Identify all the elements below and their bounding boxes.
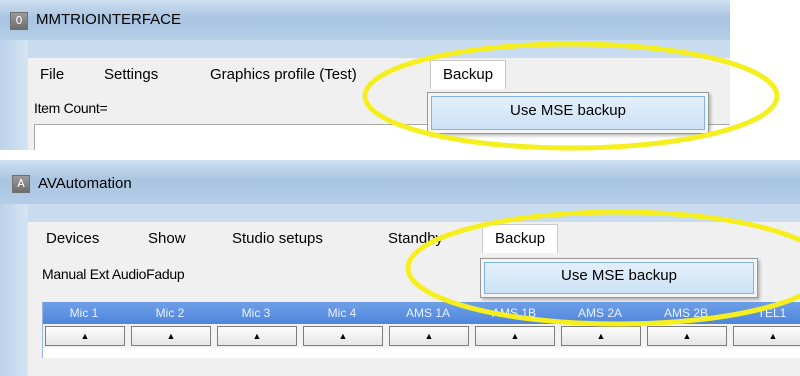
title-bar: 0 MMTRIOINTERFACE [0,0,730,41]
use-mse-backup-item-2[interactable]: Use MSE backup [484,262,754,294]
column-header-row: Mic 1 Mic 2 Mic 3 Mic 4 AMS 1A AMS 1B AMS 2A AM… [43,302,800,324]
app-icon: 0 [10,12,28,30]
app-icon: A [12,175,30,193]
window-title: AVAutomation [38,175,132,192]
fader-up-button[interactable]: ▲ [217,326,297,346]
manual-ext-audiofadup-label: Manual Ext AudioFadup [42,266,185,282]
window-frame-left [0,204,28,376]
column-header: Mic 3 [241,306,271,320]
window-title: MMTRIOINTERFACE [36,11,181,28]
menu-studio-setups[interactable]: Studio setups [232,230,323,247]
menu-backup[interactable]: Backup [430,60,507,89]
column-header: AMS 2A [577,306,622,320]
backup-dropdown: Use MSE backup [427,92,709,134]
column-header: AMS 1B [491,306,536,320]
fader-up-button[interactable]: ▲ [389,326,469,346]
menu-graphics-profile[interactable]: Graphics profile (Test) [210,66,357,83]
fader-up-button[interactable]: ▲ [303,326,383,346]
window-frame-left [0,40,28,150]
menu-bar: Devices Show Studio setups Standby Backu… [0,222,800,258]
window-frame [0,40,730,58]
column-header: Mic 4 [327,306,357,320]
column-header: AMS 2B [663,306,708,320]
fader-up-button[interactable]: ▲ [131,326,211,346]
fader-up-button[interactable]: ▲ [561,326,641,346]
backup-dropdown-2: Use MSE backup [480,258,758,298]
column-header: TEL1 [757,306,787,320]
use-mse-backup-item[interactable]: Use MSE backup [431,96,705,130]
grid-body [43,348,800,358]
window-frame [0,204,800,222]
title-bar: A AVAutomation [0,160,800,205]
column-header: Mic 1 [69,306,99,320]
fader-up-button[interactable]: ▲ [647,326,727,346]
fader-button-row: ▲ ▲ ▲ ▲ ▲ ▲ ▲ ▲ ▲ [43,324,800,348]
column-header: Mic 2 [155,306,185,320]
fader-up-button[interactable]: ▲ [45,326,125,346]
audio-fader-grid: Mic 1 Mic 2 Mic 3 Mic 4 AMS 1A AMS 1B AMS 2A AM… [42,302,800,358]
menu-settings[interactable]: Settings [104,66,158,83]
menu-standby[interactable]: Standby [388,230,443,247]
fader-up-button[interactable]: ▲ [475,326,555,346]
fader-up-button[interactable]: ▲ [733,326,800,346]
menu-bar: File Settings Graphics profile (Test) Ba… [0,58,730,92]
menu-show[interactable]: Show [148,230,186,247]
menu-backup[interactable]: Backup [482,224,559,253]
item-count-label: Item Count= [34,100,108,116]
menu-devices[interactable]: Devices [46,230,99,247]
column-header: AMS 1A [405,306,450,320]
menu-file[interactable]: File [40,66,64,83]
mmtriointerface-window: 0 MMTRIOINTERFACE File Settings Graphics… [0,0,730,150]
